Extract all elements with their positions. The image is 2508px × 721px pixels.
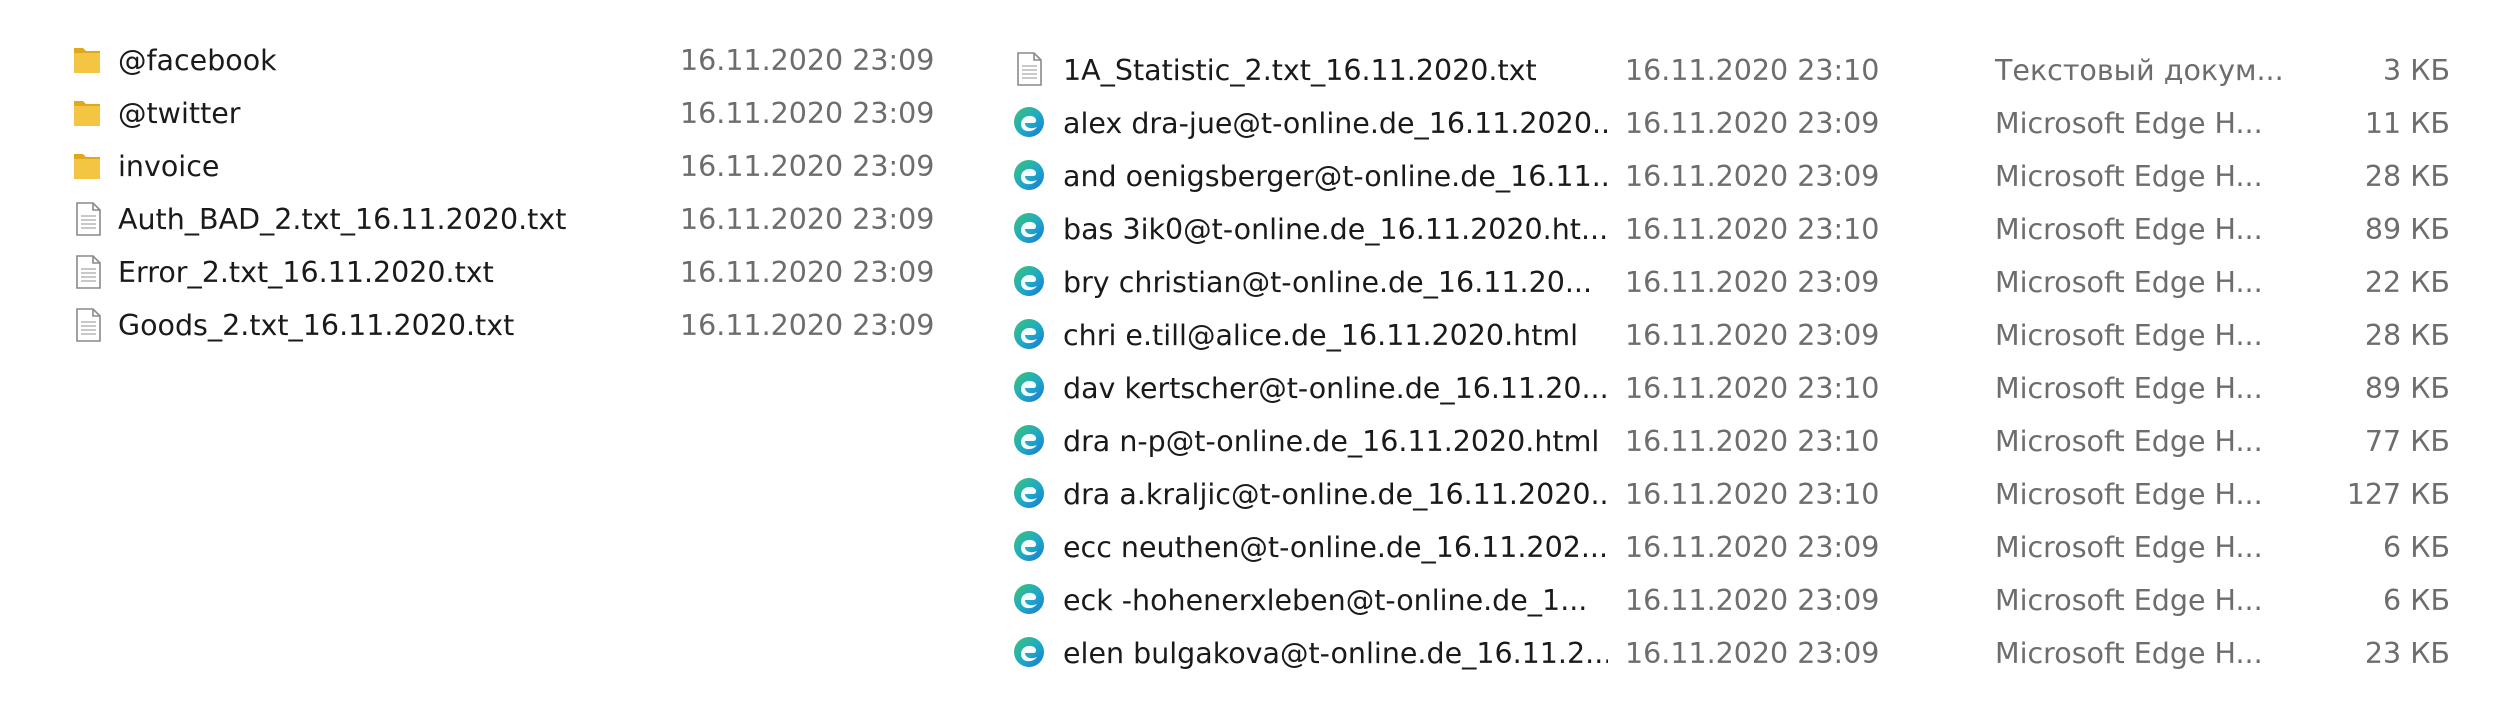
file-row[interactable]: dra n-p@t-online.de_16.11.2020.html 16.11… — [995, 415, 2508, 468]
file-size: 127 КБ — [2346, 478, 2450, 511]
file-size: 89 КБ — [2364, 372, 2450, 405]
file-date: 16.11.2020 23:10 — [1625, 478, 1880, 511]
file-row[interactable]: alex dra-jue@t-online.de_16.11.2020... 16… — [995, 97, 2508, 150]
edge-icon — [1011, 367, 1047, 407]
file-type: Microsoft Edge H... — [1995, 531, 2263, 564]
file-row[interactable]: @twitter 16.11.2020 23:09 — [0, 87, 960, 140]
edge-icon — [1011, 102, 1047, 142]
file-size: 11 КБ — [2364, 107, 2450, 140]
file-date: 16.11.2020 23:09 — [680, 150, 935, 183]
edge-icon — [1011, 579, 1047, 619]
file-row[interactable]: Auth_BAD_2.txt_16.11.2020.txt 16.11.2020 … — [0, 193, 960, 246]
file-type: Microsoft Edge H... — [1995, 425, 2263, 458]
edge-icon — [1011, 155, 1047, 195]
file-date: 16.11.2020 23:09 — [1625, 319, 1880, 352]
file-type: Текстовый докум... — [1995, 54, 2284, 87]
edge-icon — [1011, 420, 1047, 460]
file-type: Microsoft Edge H... — [1995, 637, 2263, 670]
file-name: dra n-p@t-online.de_16.11.2020.html — [1063, 425, 1600, 458]
file-type: Microsoft Edge H... — [1995, 584, 2263, 617]
file-date: 16.11.2020 23:09 — [680, 44, 935, 77]
file-name: eck -hohenerxleben@t-online.de_1... — [1063, 584, 1588, 617]
edge-icon — [1011, 208, 1047, 248]
text-file-icon — [70, 305, 106, 345]
file-name: alex dra-jue@t-online.de_16.11.2020... — [1063, 107, 1608, 140]
file-date: 16.11.2020 23:09 — [1625, 160, 1880, 193]
file-type: Microsoft Edge H... — [1995, 107, 2263, 140]
file-date: 16.11.2020 23:09 — [1625, 266, 1880, 299]
file-name: and oenigsberger@t-online.de_16.11... — [1063, 160, 1608, 193]
edge-icon — [1011, 261, 1047, 301]
file-name: dav kertscher@t-online.de_16.11.20... — [1063, 372, 1608, 405]
file-type: Microsoft Edge H... — [1995, 213, 2263, 246]
file-type: Microsoft Edge H... — [1995, 160, 2263, 193]
folder-icon — [70, 146, 106, 186]
file-size: 6 КБ — [2383, 531, 2450, 564]
file-date: 16.11.2020 23:09 — [1625, 531, 1880, 564]
file-name: elen bulgakova@t-online.de_16.11.2... — [1063, 637, 1608, 670]
file-name: bry christian@t-online.de_16.11.20... — [1063, 266, 1593, 299]
folder-icon — [70, 40, 106, 80]
file-row[interactable]: bry christian@t-online.de_16.11.20... 16.… — [995, 256, 2508, 309]
file-row[interactable]: 1A_Statistic_2.txt_16.11.2020.txt 16.11.2… — [995, 44, 2508, 97]
file-size: 77 КБ — [2364, 425, 2450, 458]
file-name: bas 3ik0@t-online.de_16.11.2020.ht... — [1063, 213, 1608, 246]
file-size: 22 КБ — [2364, 266, 2450, 299]
edge-icon — [1011, 526, 1047, 566]
edge-icon — [1011, 473, 1047, 513]
file-row[interactable]: elen bulgakova@t-online.de_16.11.2... 16.… — [995, 627, 2508, 680]
edge-icon — [1011, 632, 1047, 672]
file-date: 16.11.2020 23:09 — [680, 256, 935, 289]
file-type: Microsoft Edge H... — [1995, 372, 2263, 405]
file-date: 16.11.2020 23:10 — [1625, 213, 1880, 246]
file-type: Microsoft Edge H... — [1995, 266, 2263, 299]
folder-icon — [70, 93, 106, 133]
file-date: 16.11.2020 23:09 — [1625, 637, 1880, 670]
file-name: Goods_2.txt_16.11.2020.txt — [118, 309, 515, 342]
file-date: 16.11.2020 23:09 — [680, 97, 935, 130]
file-row[interactable]: @facebook 16.11.2020 23:09 — [0, 34, 960, 87]
file-name: Auth_BAD_2.txt_16.11.2020.txt — [118, 203, 567, 236]
file-row[interactable]: and oenigsberger@t-online.de_16.11... 16.… — [995, 150, 2508, 203]
file-name: Error_2.txt_16.11.2020.txt — [118, 256, 494, 289]
file-row[interactable]: dra a.kraljic@t-online.de_16.11.2020....… — [995, 468, 2508, 521]
file-row[interactable]: ecc neuthen@t-online.de_16.11.202... 16.1… — [995, 521, 2508, 574]
file-name: invoice — [118, 150, 220, 183]
file-type: Microsoft Edge H... — [1995, 319, 2263, 352]
file-row[interactable]: bas 3ik0@t-online.de_16.11.2020.ht... 16.… — [995, 203, 2508, 256]
text-file-icon — [70, 199, 106, 239]
file-date: 16.11.2020 23:10 — [1625, 425, 1880, 458]
file-size: 89 КБ — [2364, 213, 2450, 246]
file-name: chri e.till@alice.de_16.11.2020.html — [1063, 319, 1579, 352]
file-row[interactable]: chri e.till@alice.de_16.11.2020.html 16.1… — [995, 309, 2508, 362]
file-size: 28 КБ — [2364, 160, 2450, 193]
file-type: Microsoft Edge H... — [1995, 478, 2263, 511]
file-name: @facebook — [118, 44, 277, 77]
edge-icon — [1011, 314, 1047, 354]
file-date: 16.11.2020 23:10 — [1625, 54, 1880, 87]
text-file-icon — [1011, 49, 1047, 89]
file-date: 16.11.2020 23:09 — [680, 309, 935, 342]
file-row[interactable]: eck -hohenerxleben@t-online.de_1... 16.11… — [995, 574, 2508, 627]
file-row[interactable]: Error_2.txt_16.11.2020.txt 16.11.2020 23:… — [0, 246, 960, 299]
text-file-icon — [70, 252, 106, 292]
file-size: 6 КБ — [2383, 584, 2450, 617]
file-row[interactable]: Goods_2.txt_16.11.2020.txt 16.11.2020 23:… — [0, 299, 960, 352]
file-size: 28 КБ — [2364, 319, 2450, 352]
file-name: 1A_Statistic_2.txt_16.11.2020.txt — [1063, 54, 1537, 87]
file-name: ecc neuthen@t-online.de_16.11.202... — [1063, 531, 1608, 564]
file-row[interactable]: dav kertscher@t-online.de_16.11.20... 16.… — [995, 362, 2508, 415]
file-date: 16.11.2020 23:10 — [1625, 372, 1880, 405]
file-size: 3 КБ — [2383, 54, 2450, 87]
file-name: dra a.kraljic@t-online.de_16.11.2020.... — [1063, 478, 1608, 511]
file-date: 16.11.2020 23:09 — [1625, 107, 1880, 140]
file-date: 16.11.2020 23:09 — [680, 203, 935, 236]
file-row[interactable]: invoice 16.11.2020 23:09 — [0, 140, 960, 193]
file-date: 16.11.2020 23:09 — [1625, 584, 1880, 617]
file-name: @twitter — [118, 97, 241, 130]
file-size: 23 КБ — [2364, 637, 2450, 670]
